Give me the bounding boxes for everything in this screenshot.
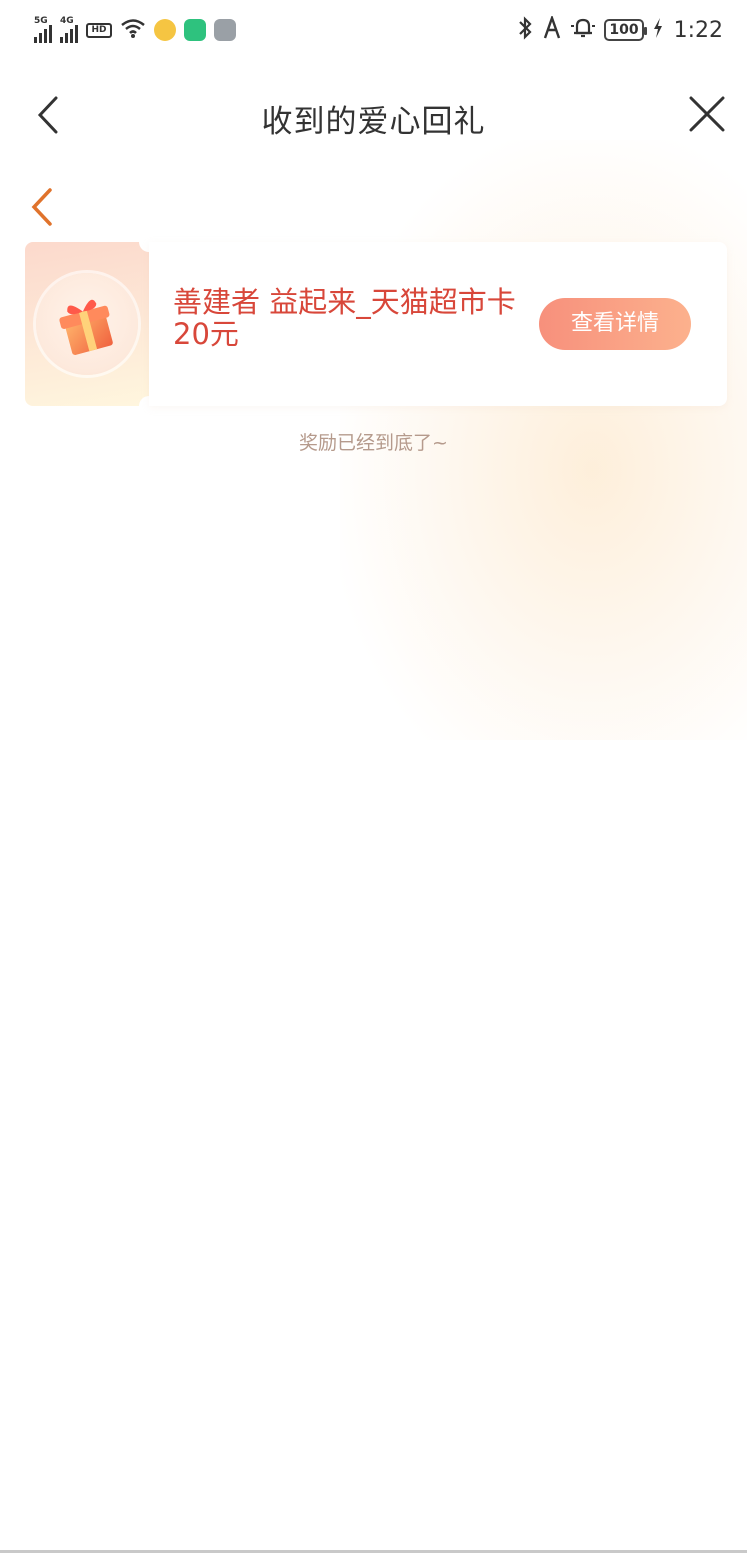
network-type-2-label: 4G	[60, 16, 74, 26]
bluetooth-icon	[516, 15, 534, 45]
cellular-signal-2-icon: 4G	[60, 17, 78, 43]
battery-level: 100	[609, 22, 639, 38]
charging-icon	[652, 17, 664, 44]
navigation-bar: 收到的爱心回礼	[0, 78, 747, 154]
reward-card-thumbnail	[25, 232, 159, 416]
end-of-list-text: 奖励已经到底了~	[299, 432, 448, 454]
view-details-button[interactable]: 查看详情	[539, 298, 691, 350]
battery-icon: 100	[604, 19, 647, 41]
hd-voice-icon: HD	[86, 22, 112, 38]
cellular-signal-icon: 5G	[34, 17, 52, 43]
status-bar: 5G 4G HD 100 1:22	[0, 0, 747, 60]
wechat-notification-icon	[184, 19, 206, 41]
close-button[interactable]	[685, 92, 729, 136]
chevron-left-icon	[31, 188, 52, 226]
reward-card[interactable]: 善建者 益起来_天猫超市卡20元 查看详情	[25, 232, 727, 416]
clock-time: 1:22	[673, 17, 723, 43]
page-back-button[interactable]	[28, 186, 58, 228]
close-icon	[689, 96, 725, 132]
gift-icon-circle	[36, 273, 138, 375]
alarm-bell-icon	[570, 16, 596, 45]
auto-brightness-icon	[542, 13, 562, 45]
status-bar-left: 5G 4G HD	[34, 17, 236, 44]
gift-box-icon	[59, 299, 113, 355]
wifi-icon	[120, 17, 146, 44]
gallery-notification-icon	[214, 19, 236, 41]
status-bar-right: 100 1:22	[516, 13, 723, 45]
page-title: 收到的爱心回礼	[261, 104, 486, 140]
network-type-label: 5G	[34, 16, 48, 26]
reward-card-body: 善建者 益起来_天猫超市卡20元 查看详情	[149, 242, 727, 406]
hd-label: HD	[91, 24, 107, 35]
reward-title: 善建者 益起来_天猫超市卡20元	[173, 285, 516, 351]
notification-app-icon	[154, 19, 176, 41]
